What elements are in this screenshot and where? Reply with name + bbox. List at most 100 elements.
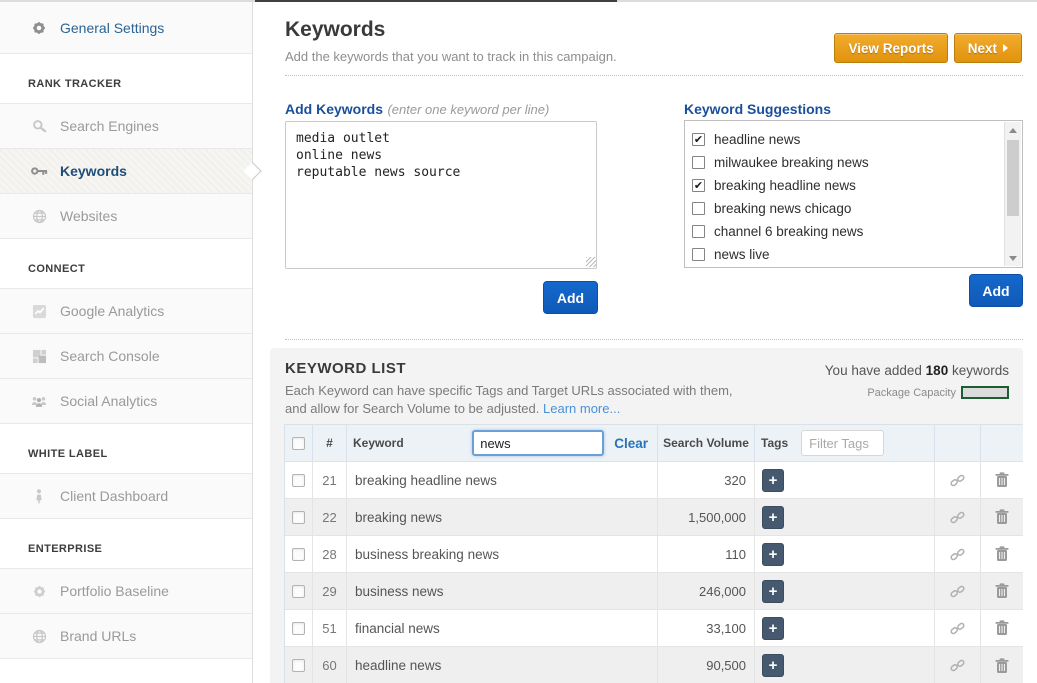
add-tag-button[interactable]: + — [762, 617, 784, 640]
trash-icon[interactable] — [995, 658, 1009, 674]
scroll-down-arrow[interactable] — [1005, 250, 1021, 266]
column-header-keyword: Keyword — [353, 436, 404, 450]
page-subtitle: Add the keywords that you want to track … — [285, 49, 617, 64]
select-all-checkbox[interactable] — [292, 437, 305, 450]
keyword-table-header: # Keyword Clear Search Volume Tags — [285, 425, 1023, 462]
search-volume-cell: 90,500 — [658, 658, 754, 673]
add-tag-button[interactable]: + — [762, 543, 784, 566]
sidebar-item-websites[interactable]: Websites — [0, 194, 252, 239]
keyword-list-panel: KEYWORD LIST Each Keyword can have speci… — [270, 348, 1023, 683]
search-volume-cell: 110 — [658, 547, 754, 562]
sidebar-item-social-analytics[interactable]: Social Analytics — [0, 379, 252, 424]
sidebar-item-label: Websites — [60, 208, 117, 224]
row-checkbox[interactable] — [292, 659, 305, 672]
keyword-suggestions-box: headline news milwaukee breaking news br… — [684, 120, 1023, 268]
table-row: 21 breaking headline news 320 + — [285, 462, 1023, 499]
table-row: 51 financial news 33,100 + — [285, 610, 1023, 647]
keyword-cell: business news — [347, 584, 444, 599]
package-capacity: Package Capacity — [867, 386, 1009, 399]
add-tag-button[interactable]: + — [762, 654, 784, 677]
suggestion-item[interactable]: milwaukee breaking news — [692, 151, 998, 174]
active-chevron — [243, 162, 261, 180]
row-checkbox[interactable] — [292, 585, 305, 598]
target-url-link-icon[interactable] — [950, 658, 965, 673]
sidebar-item-general-settings[interactable]: General Settings — [0, 2, 252, 54]
sidebar-item-keywords[interactable]: Keywords — [0, 149, 252, 194]
suggestion-item[interactable]: headline news — [692, 128, 998, 151]
scrollbar[interactable] — [1004, 122, 1021, 266]
search-volume-cell: 33,100 — [658, 621, 754, 636]
suggestion-item[interactable]: channel 6 breaking news — [692, 220, 998, 243]
sidebar-item-google-analytics[interactable]: Google Analytics — [0, 289, 252, 334]
suggestion-item[interactable]: news live — [692, 243, 998, 266]
learn-more-link[interactable]: Learn more... — [543, 401, 620, 416]
sidebar-item-portfolio-baseline[interactable]: Portfolio Baseline — [0, 569, 252, 614]
view-reports-button[interactable]: View Reports — [834, 33, 947, 63]
target-url-link-icon[interactable] — [950, 547, 965, 562]
target-url-link-icon[interactable] — [950, 584, 965, 599]
suggestion-checkbox[interactable] — [692, 225, 705, 238]
suggestion-checkbox[interactable] — [692, 248, 705, 261]
sidebar-item-client-dashboard[interactable]: Client Dashboard — [0, 474, 252, 519]
add-keywords-button[interactable]: Add — [543, 281, 598, 314]
scroll-thumb[interactable] — [1007, 140, 1019, 216]
add-keywords-textarea[interactable]: media outlet online news reputable news … — [285, 121, 597, 269]
people-icon — [29, 395, 49, 408]
scroll-up-arrow[interactable] — [1005, 122, 1021, 138]
clear-search-link[interactable]: Clear — [614, 436, 648, 451]
add-tag-button[interactable]: + — [762, 506, 784, 529]
suggestion-checkbox-checked[interactable] — [692, 133, 705, 146]
sidebar-item-label: Social Analytics — [60, 393, 157, 409]
package-capacity-bar — [961, 386, 1009, 399]
key-icon — [29, 166, 49, 177]
add-suggestions-button[interactable]: Add — [969, 274, 1023, 307]
keyword-cell: breaking headline news — [347, 473, 497, 488]
add-tag-button[interactable]: + — [762, 580, 784, 603]
target-url-link-icon[interactable] — [950, 621, 965, 636]
suggestion-checkbox-checked[interactable] — [692, 179, 705, 192]
divider — [285, 75, 1023, 76]
search-volume-cell: 246,000 — [658, 584, 754, 599]
sidebar-section-rank-tracker: RANK TRACKER — [0, 54, 252, 104]
divider — [285, 339, 1023, 340]
trash-icon[interactable] — [995, 509, 1009, 525]
filter-tags-input[interactable] — [801, 430, 884, 456]
row-checkbox[interactable] — [292, 622, 305, 635]
grid-icon — [29, 349, 49, 364]
add-tag-button[interactable]: + — [762, 469, 784, 492]
trash-icon[interactable] — [995, 472, 1009, 488]
next-arrow-icon — [1003, 44, 1008, 52]
gear-icon — [29, 584, 49, 599]
sidebar-section-enterprise: ENTERPRISE — [0, 519, 252, 569]
person-icon — [29, 489, 49, 504]
keyword-cell: breaking news — [347, 510, 442, 525]
sidebar: General Settings RANK TRACKER Search Eng… — [0, 2, 253, 683]
row-checkbox[interactable] — [292, 511, 305, 524]
gear-icon — [29, 20, 49, 36]
row-checkbox[interactable] — [292, 474, 305, 487]
trash-icon[interactable] — [995, 583, 1009, 599]
suggestion-item[interactable]: breaking headline news — [692, 174, 998, 197]
column-header-search-volume: Search Volume — [663, 436, 749, 450]
row-checkbox[interactable] — [292, 548, 305, 561]
column-header-number: # — [326, 436, 333, 450]
sidebar-item-brand-urls[interactable]: Brand URLs — [0, 614, 252, 659]
table-row: 22 breaking news 1,500,000 + — [285, 499, 1023, 536]
trash-icon[interactable] — [995, 620, 1009, 636]
sidebar-item-search-console[interactable]: Search Console — [0, 334, 252, 379]
globe-icon — [29, 209, 49, 224]
next-button[interactable]: Next — [954, 33, 1022, 63]
add-keywords-label: Add Keywords (enter one keyword per line… — [285, 101, 549, 119]
keyword-search-input[interactable] — [472, 430, 604, 456]
suggestion-item[interactable]: breaking news chicago — [692, 197, 998, 220]
suggestion-checkbox[interactable] — [692, 156, 705, 169]
trash-icon[interactable] — [995, 546, 1009, 562]
globe-icon — [29, 629, 49, 644]
target-url-link-icon[interactable] — [950, 510, 965, 525]
textarea-resize-grip[interactable] — [586, 257, 596, 267]
sidebar-section-connect: CONNECT — [0, 239, 252, 289]
sidebar-item-search-engines[interactable]: Search Engines — [0, 104, 252, 149]
target-url-link-icon[interactable] — [950, 473, 965, 488]
suggestion-checkbox[interactable] — [692, 202, 705, 215]
page-title: Keywords — [285, 18, 385, 42]
